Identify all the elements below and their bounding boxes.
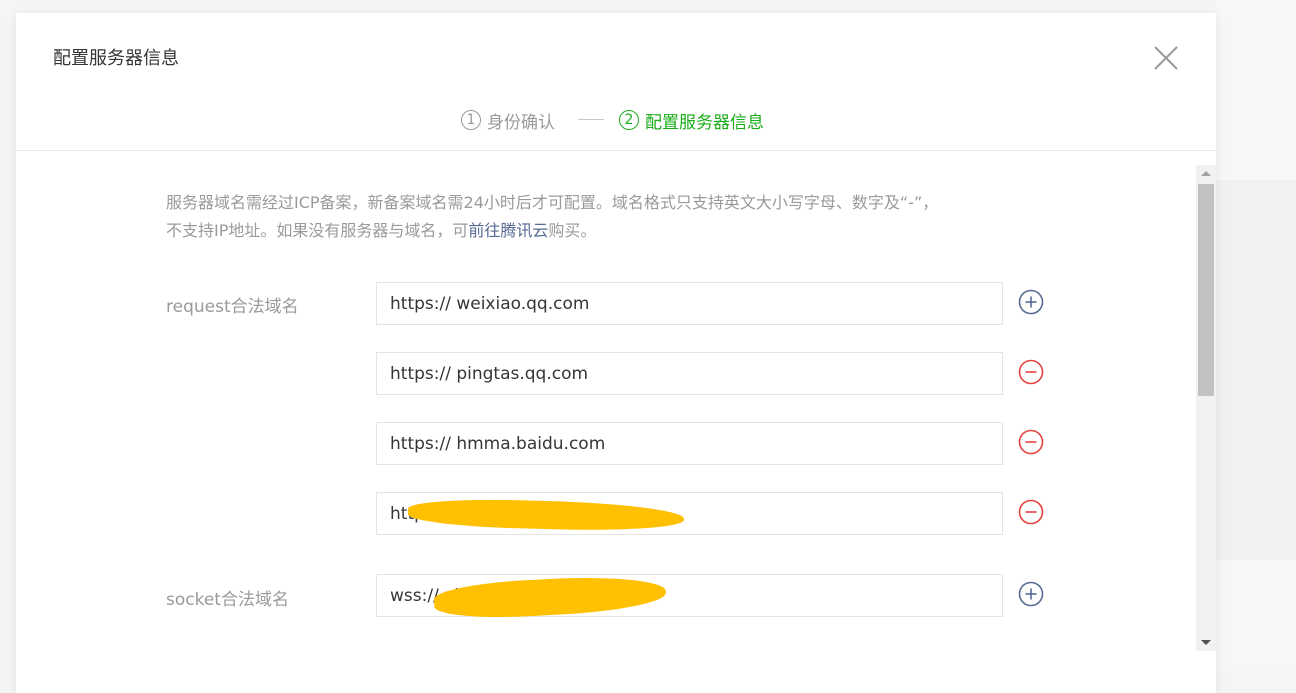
notice-text: 购买。 bbox=[548, 221, 597, 240]
scroll-up-arrow-icon[interactable] bbox=[1201, 171, 1211, 176]
backdrop-panel bbox=[1216, 560, 1296, 671]
scroll-thumb[interactable] bbox=[1198, 184, 1214, 396]
add-socket-domain-button[interactable] bbox=[1018, 581, 1044, 607]
step-number: 1 bbox=[461, 110, 481, 130]
add-circle-icon bbox=[1018, 581, 1044, 607]
close-icon bbox=[1154, 46, 1178, 70]
remove-request-domain-button[interactable] bbox=[1018, 499, 1044, 525]
request-domain-input[interactable]: https:// hmma.baidu.com bbox=[376, 422, 1003, 465]
step-divider bbox=[578, 119, 604, 120]
remove-request-domain-button[interactable] bbox=[1018, 359, 1044, 385]
step-identity-confirm: 1 身份确认 bbox=[461, 105, 555, 135]
step-indicator: 1 身份确认 2 配置服务器信息 bbox=[16, 105, 1216, 135]
step-config-server: 2 配置服务器信息 bbox=[619, 105, 764, 135]
request-domain-label: request合法域名 bbox=[166, 297, 299, 317]
notice-text: 不支持IP地址。如果没有服务器与域名，可 bbox=[166, 221, 469, 240]
config-server-dialog: 配置服务器信息 1 身份确认 2 配置服务器信息 服务器域名需经过ICP备案，新… bbox=[16, 13, 1216, 693]
tencent-cloud-link[interactable]: 前往腾讯云 bbox=[468, 221, 548, 240]
step-number: 2 bbox=[619, 110, 639, 130]
remove-circle-icon bbox=[1018, 359, 1044, 385]
remove-circle-icon bbox=[1018, 429, 1044, 455]
add-request-domain-button[interactable] bbox=[1018, 289, 1044, 315]
notice-line: 服务器域名需经过ICP备案，新备案域名需24小时后才可配置。域名格式只支持英文大… bbox=[166, 193, 939, 212]
request-domain-input[interactable]: https:// pingtas.qq.com bbox=[376, 352, 1003, 395]
notice-line: 不支持IP地址。如果没有服务器与域名，可前往腾讯云购买。 bbox=[166, 217, 1046, 245]
close-button[interactable] bbox=[1152, 44, 1180, 72]
backdrop-panel bbox=[1216, 0, 1296, 180]
dialog-header: 配置服务器信息 1 身份确认 2 配置服务器信息 bbox=[16, 13, 1216, 151]
scroll-down-arrow-icon[interactable] bbox=[1201, 640, 1211, 645]
vertical-scrollbar[interactable] bbox=[1196, 165, 1216, 651]
request-domain-input[interactable]: https:// weixiao.qq.com bbox=[376, 282, 1003, 325]
backdrop bbox=[1216, 0, 1296, 671]
dialog-title: 配置服务器信息 bbox=[53, 48, 179, 69]
domain-notice: 服务器域名需经过ICP备案，新备案域名需24小时后才可配置。域名格式只支持英文大… bbox=[166, 189, 1046, 245]
dialog-body: 服务器域名需经过ICP备案，新备案域名需24小时后才可配置。域名格式只支持英文大… bbox=[16, 151, 1216, 693]
remove-circle-icon bbox=[1018, 499, 1044, 525]
step-label: 配置服务器信息 bbox=[645, 112, 764, 133]
step-label: 身份确认 bbox=[487, 112, 555, 133]
socket-domain-label: socket合法域名 bbox=[166, 590, 289, 610]
remove-request-domain-button[interactable] bbox=[1018, 429, 1044, 455]
add-circle-icon bbox=[1018, 289, 1044, 315]
